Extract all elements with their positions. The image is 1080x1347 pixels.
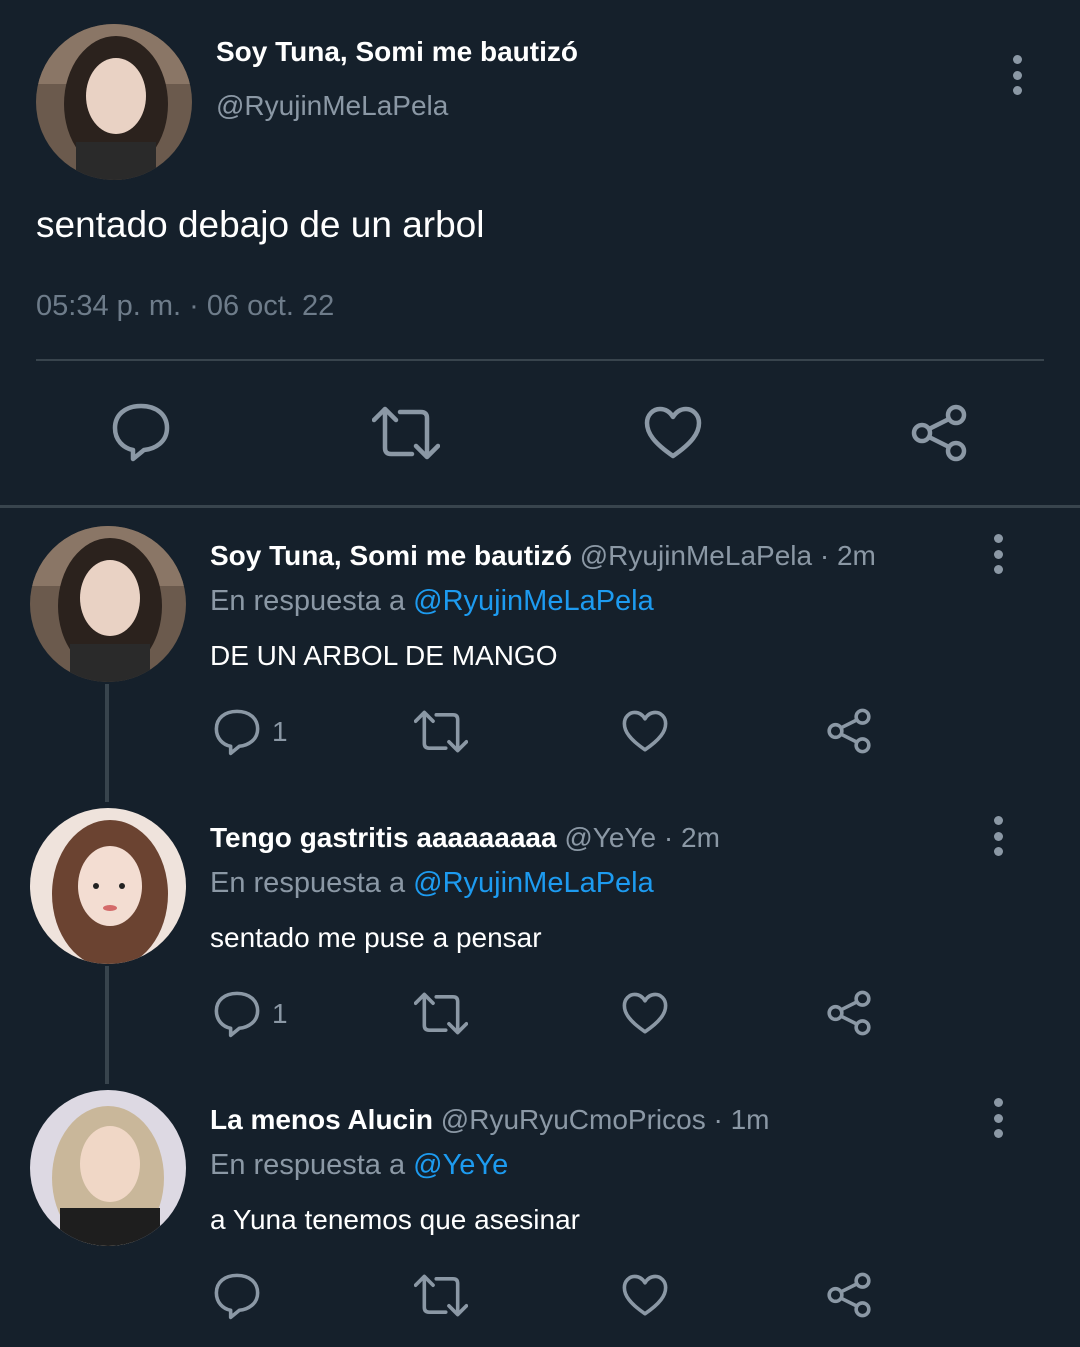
main-more-options-icon[interactable]	[1005, 55, 1029, 95]
like-icon	[644, 406, 702, 459]
main-tweet: Soy Tuna, Somi me bautizó @RyujinMeLaPel…	[0, 0, 1080, 505]
reply-count: 1	[272, 998, 288, 1029]
share-icon	[827, 1272, 871, 1318]
reply-meta: @RyujinMeLaPela · 2m	[579, 540, 876, 571]
reply-like-button[interactable]	[622, 710, 668, 753]
reply-author-avatar[interactable]	[30, 526, 186, 682]
reply-more-options-icon[interactable]	[986, 816, 1010, 856]
reply-author-name[interactable]: La menos Alucin	[210, 1104, 433, 1135]
like-icon	[622, 992, 668, 1034]
main-share-button[interactable]	[910, 404, 968, 462]
reply-icon	[112, 403, 170, 462]
reply-count: 1	[272, 716, 288, 747]
reply-more-options-icon[interactable]	[986, 1098, 1010, 1138]
reply-retweet-button[interactable]	[414, 992, 468, 1035]
share-icon	[827, 708, 871, 754]
main-author-handle[interactable]: @RyujinMeLaPela	[216, 90, 448, 122]
reply-reply-button[interactable]: 1	[214, 990, 288, 1038]
in-reply-to-label: En respuesta a	[210, 867, 406, 899]
like-icon	[622, 1274, 668, 1316]
in-reply-to-link[interactable]: @RyujinMeLaPela	[413, 867, 654, 899]
in-reply-to-label: En respuesta a	[210, 585, 406, 617]
reply-icon	[214, 709, 260, 756]
reply-more-options-icon[interactable]	[986, 534, 1010, 574]
reply-meta: @YeYe · 2m	[564, 822, 720, 853]
reply-header: Soy Tuna, Somi me bautizó @RyujinMeLaPel…	[210, 540, 876, 572]
reply-header: La menos Alucin @RyuRyuCmoPricos · 1m	[210, 1104, 770, 1136]
main-retweet-button[interactable]	[372, 406, 440, 460]
reply-like-button[interactable]	[622, 992, 668, 1035]
section-separator	[0, 505, 1080, 508]
main-like-button[interactable]	[644, 406, 702, 460]
main-author-avatar[interactable]	[36, 24, 192, 180]
main-tweet-text: sentado debajo de un arbol	[36, 204, 485, 245]
reply-tweet[interactable]: Soy Tuna, Somi me bautizó @RyujinMeLaPel…	[0, 526, 1080, 800]
reply-text: a Yuna tenemos que asesinar	[210, 1204, 580, 1235]
in-reply-to: En respuesta a @RyujinMeLaPela	[210, 585, 654, 618]
main-reply-button[interactable]	[112, 402, 170, 462]
reply-icon	[214, 991, 260, 1038]
retweet-icon	[414, 992, 468, 1035]
main-tweet-timestamp: 05:34 p. m. · 06 oct. 22	[36, 290, 335, 322]
retweet-icon	[414, 1274, 468, 1317]
reply-author-avatar[interactable]	[30, 1090, 186, 1246]
reply-author-name[interactable]: Soy Tuna, Somi me bautizó	[210, 540, 572, 571]
reply-share-button[interactable]	[826, 708, 872, 754]
reply-reply-button[interactable]	[214, 1272, 260, 1320]
reply-tweet[interactable]: Tengo gastritis aaaaaaaaa @YeYe · 2m En …	[0, 808, 1080, 1082]
retweet-icon	[372, 406, 440, 460]
reply-header: Tengo gastritis aaaaaaaaa @YeYe · 2m	[210, 822, 720, 854]
share-icon	[911, 404, 967, 462]
reply-share-button[interactable]	[826, 1272, 872, 1318]
in-reply-to: En respuesta a @RyujinMeLaPela	[210, 867, 654, 900]
reply-author-name[interactable]: Tengo gastritis aaaaaaaaa	[210, 822, 557, 853]
in-reply-to-label: En respuesta a	[210, 1149, 406, 1181]
in-reply-to: En respuesta a @YeYe	[210, 1149, 508, 1182]
retweet-icon	[414, 710, 468, 753]
reply-like-button[interactable]	[622, 1274, 668, 1317]
main-author-name[interactable]: Soy Tuna, Somi me bautizó	[216, 36, 578, 68]
reply-text: DE UN ARBOL DE MANGO	[210, 640, 558, 671]
reply-tweet[interactable]: La menos Alucin @RyuRyuCmoPricos · 1m En…	[0, 1090, 1080, 1347]
reply-meta: @RyuRyuCmoPricos · 1m	[440, 1104, 770, 1135]
in-reply-to-link[interactable]: @YeYe	[413, 1149, 508, 1181]
reply-share-button[interactable]	[826, 990, 872, 1036]
like-icon	[622, 710, 668, 752]
share-icon	[827, 990, 871, 1036]
in-reply-to-link[interactable]: @RyujinMeLaPela	[413, 585, 654, 617]
reply-text: sentado me puse a pensar	[210, 922, 542, 953]
reply-retweet-button[interactable]	[414, 1274, 468, 1317]
reply-author-avatar[interactable]	[30, 808, 186, 964]
reply-reply-button[interactable]: 1	[214, 708, 288, 756]
main-divider	[36, 359, 1044, 361]
reply-retweet-button[interactable]	[414, 710, 468, 753]
reply-icon	[214, 1273, 260, 1320]
